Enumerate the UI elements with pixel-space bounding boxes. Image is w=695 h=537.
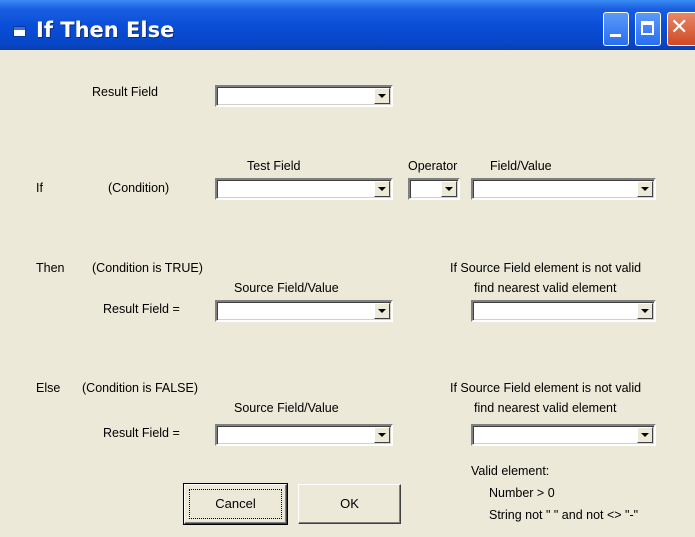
operator-dropdown-button[interactable] <box>441 181 457 197</box>
maximize-button[interactable] <box>635 12 661 46</box>
then-label: Then <box>36 261 65 275</box>
then-nearest-dropdown-button[interactable] <box>637 303 653 319</box>
condition-true-label: (Condition is TRUE) <box>92 261 203 275</box>
else-source-header: Source Field/Value <box>234 401 339 415</box>
maximize-icon <box>641 21 654 35</box>
else-label: Else <box>36 381 61 395</box>
then-result-field-label: Result Field = <box>103 302 180 316</box>
test-field-combo[interactable] <box>215 178 393 200</box>
result-field-label: Result Field <box>92 85 158 99</box>
chevron-down-icon <box>641 433 649 437</box>
then-invalid-line2: find nearest valid element <box>474 281 617 295</box>
chevron-down-icon <box>445 187 453 191</box>
then-source-dropdown-button[interactable] <box>374 303 390 319</box>
then-invalid-line1: If Source Field element is not valid <box>450 261 642 275</box>
chevron-down-icon <box>378 187 386 191</box>
else-nearest-dropdown-button[interactable] <box>637 427 653 443</box>
field-value-header: Field/Value <box>490 159 552 173</box>
valid-number-rule: Number > 0 <box>489 486 555 500</box>
chevron-down-icon <box>641 309 649 313</box>
minimize-icon <box>610 34 621 37</box>
close-button[interactable]: ✕ <box>667 12 695 46</box>
result-field-combo[interactable] <box>215 85 393 107</box>
close-icon: ✕ <box>670 15 689 40</box>
else-invalid-line1: If Source Field element is not valid <box>450 381 642 395</box>
else-nearest-combo[interactable] <box>471 424 656 446</box>
test-field-dropdown-button[interactable] <box>374 181 390 197</box>
else-source-combo[interactable] <box>215 424 393 446</box>
condition-label: (Condition) <box>108 181 170 195</box>
else-result-field-label: Result Field = <box>103 426 180 440</box>
valid-element-title: Valid element: <box>471 464 550 478</box>
test-field-header: Test Field <box>247 159 301 173</box>
cancel-button[interactable]: Cancel <box>183 483 288 525</box>
window-app-icon[interactable] <box>13 26 26 37</box>
title-bar[interactable]: If Then Else ✕ <box>0 0 695 50</box>
valid-string-rule: String not " " and not <> "-" <box>489 508 639 522</box>
cancel-button-label: Cancel <box>215 496 256 511</box>
else-invalid-line2: find nearest valid element <box>474 401 617 415</box>
condition-false-label: (Condition is FALSE) <box>82 381 199 395</box>
chevron-down-icon <box>378 433 386 437</box>
then-source-combo[interactable] <box>215 300 393 322</box>
chevron-down-icon <box>378 94 386 98</box>
operator-combo[interactable] <box>408 178 460 200</box>
then-nearest-combo[interactable] <box>471 300 656 322</box>
operator-header: Operator <box>408 159 458 173</box>
if-then-else-window: If Then Else ✕ Result Field Test Field O… <box>0 0 695 537</box>
field-value-dropdown-button[interactable] <box>637 181 653 197</box>
then-source-header: Source Field/Value <box>234 281 339 295</box>
ok-button[interactable]: OK <box>298 484 401 524</box>
field-value-combo[interactable] <box>471 178 656 200</box>
minimize-button[interactable] <box>603 12 629 46</box>
if-label: If <box>36 181 43 195</box>
window-title: If Then Else <box>36 18 175 42</box>
result-field-dropdown-button[interactable] <box>374 88 390 104</box>
ok-button-label: OK <box>340 496 359 511</box>
else-source-dropdown-button[interactable] <box>374 427 390 443</box>
chevron-down-icon <box>641 187 649 191</box>
chevron-down-icon <box>378 309 386 313</box>
